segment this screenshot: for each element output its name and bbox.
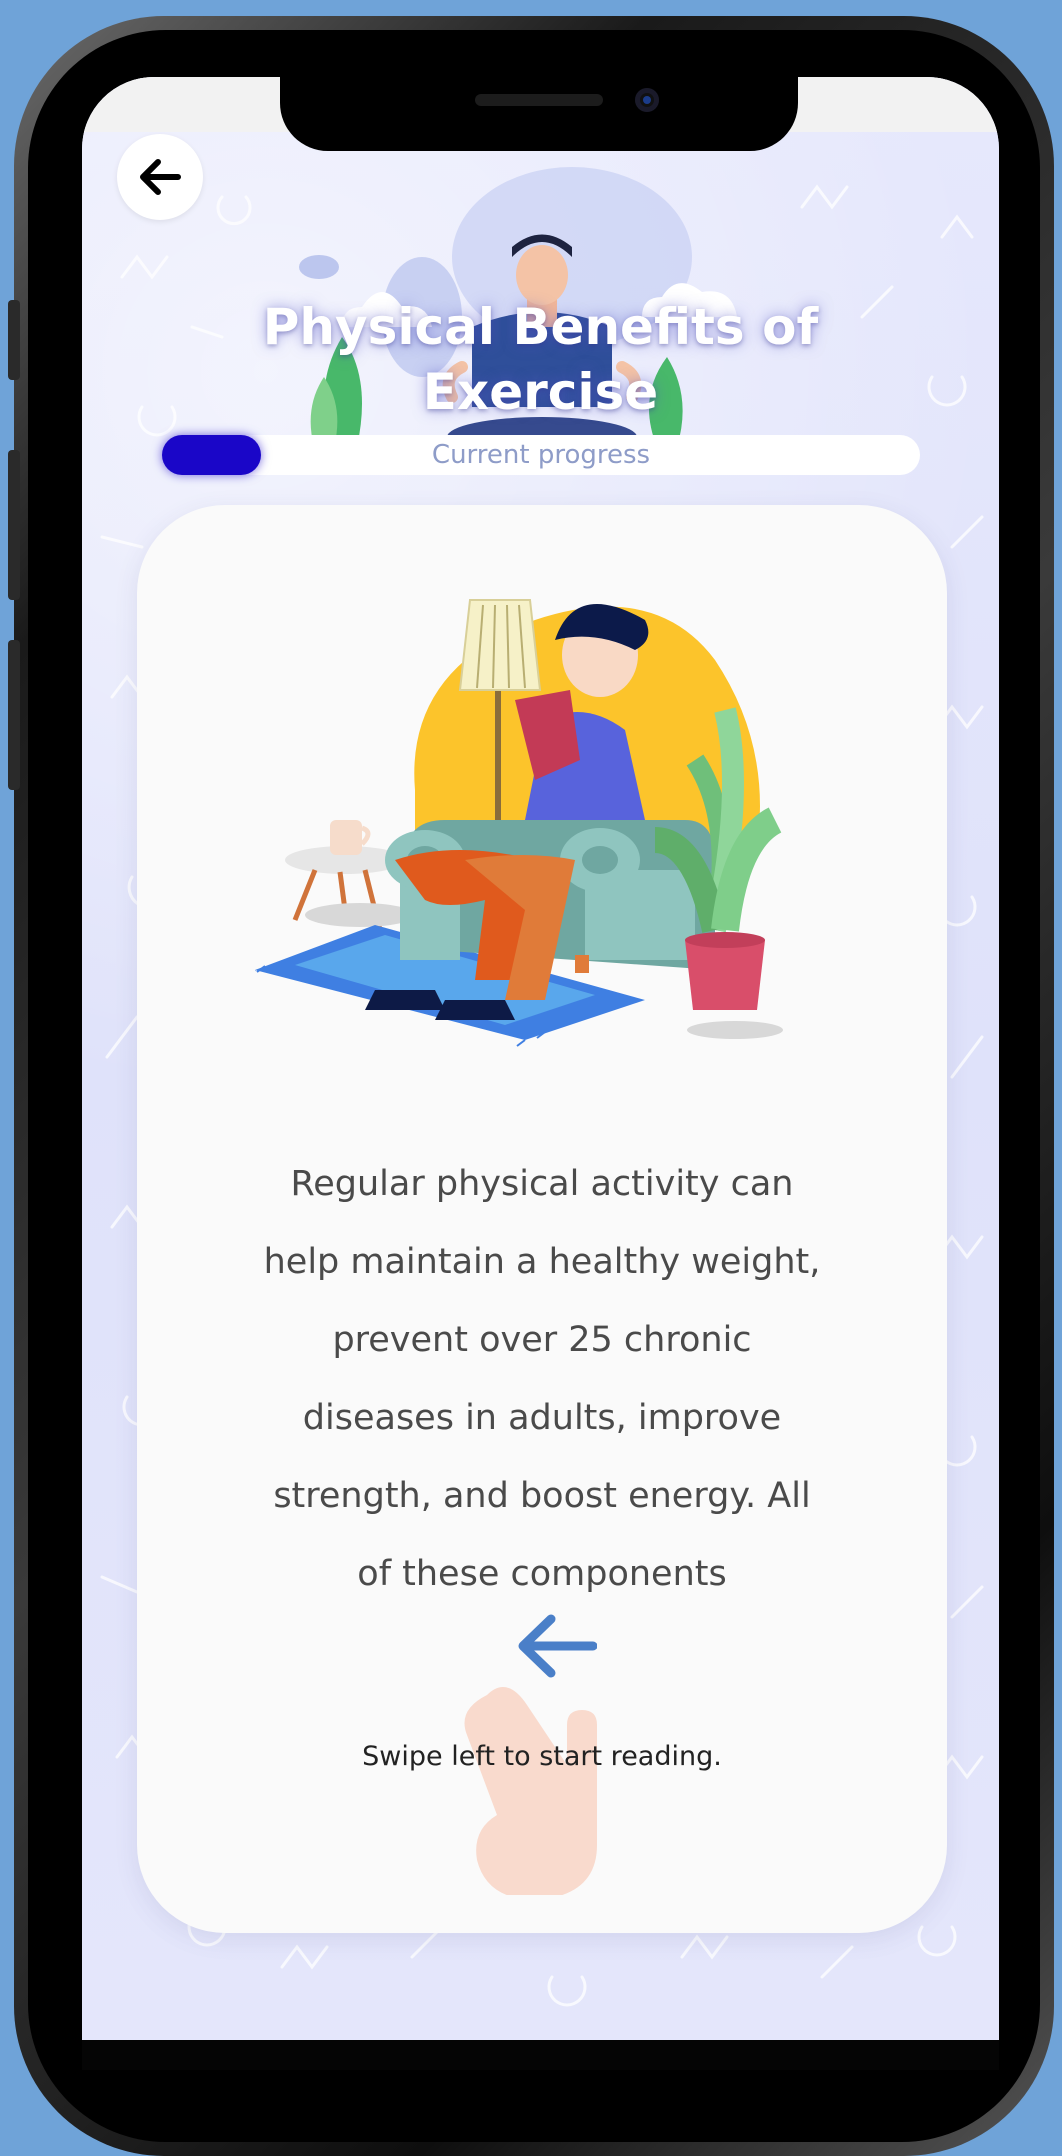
app-screen: Physical Benefits of Exercise Current pr…	[82, 77, 999, 2040]
body-line: of these components	[357, 1554, 727, 1594]
swipe-arrow-left-icon	[518, 1614, 597, 1678]
page-title: Physical Benefits of Exercise	[182, 295, 899, 425]
front-camera	[635, 88, 659, 112]
swipe-hint: Swipe left to start reading.	[362, 1741, 722, 1772]
page-title-line2: Exercise	[422, 363, 659, 421]
page-title-line1: Physical Benefits of	[262, 298, 819, 356]
volume-down-button	[8, 640, 20, 790]
volume-up-button	[8, 450, 20, 600]
body-text: Regular physical activity can help maint…	[257, 1145, 827, 1613]
screen-bottom-edge	[82, 2040, 999, 2070]
arrow-left-icon	[140, 159, 181, 195]
body-line: strength, and boost energy. All	[273, 1476, 811, 1516]
side-button	[8, 300, 20, 380]
body-line: prevent over 25 chronic	[332, 1320, 752, 1360]
content-card[interactable]: Regular physical activity can help maint…	[137, 505, 947, 1933]
hand-swipe-icon	[464, 1687, 597, 1895]
man-reading-on-couch-illustration	[255, 599, 783, 1047]
speaker-grille	[475, 94, 603, 106]
body-line: Regular physical activity can	[290, 1164, 794, 1204]
progress-label: Current progress	[431, 440, 651, 470]
body-line: diseases in adults, improve	[302, 1398, 782, 1438]
progress-bar: Current progress	[162, 435, 920, 475]
body-line: help maintain a healthy weight,	[263, 1242, 821, 1282]
back-button[interactable]	[117, 134, 203, 220]
